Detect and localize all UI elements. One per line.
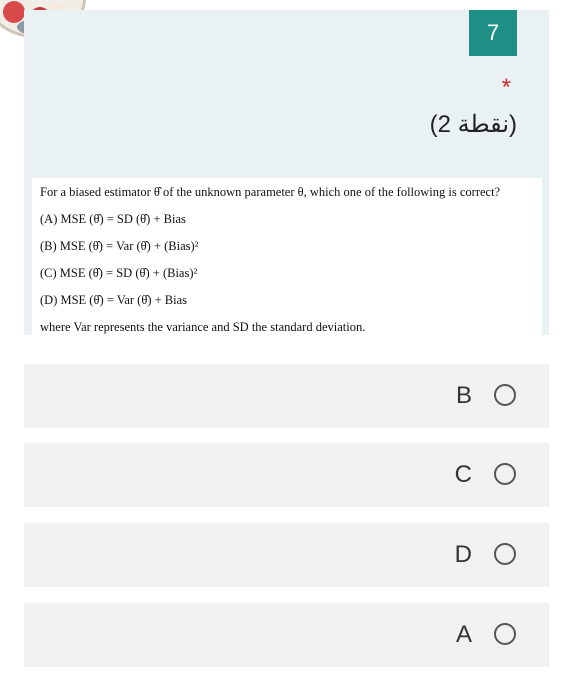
radio-button[interactable]	[494, 623, 516, 645]
question-choice-c: (C) MSE (θ̂) = SD (θ̂) + (Bias)²	[40, 266, 198, 280]
radio-button[interactable]	[494, 463, 516, 485]
answer-option-a[interactable]: A	[24, 603, 549, 667]
answer-option-b[interactable]: B	[24, 364, 549, 428]
option-label: C	[454, 461, 472, 488]
required-mark: *	[501, 74, 511, 101]
question-number-badge: 7	[469, 10, 517, 56]
option-label: B	[455, 382, 472, 409]
option-label: A	[455, 621, 472, 648]
question-card: 7 * (2 نقطة) For a biased estimator θ̂ o…	[24, 10, 549, 336]
question-choice-b: (B) MSE (θ̂) = Var (θ̂) + (Bias)²	[40, 239, 199, 253]
answer-option-d[interactable]: D	[24, 523, 549, 587]
question-image: For a biased estimator θ̂ of the unknown…	[32, 178, 542, 336]
question-footnote: where Var represents the variance and SD…	[40, 320, 366, 334]
question-choice-a: (A) MSE (θ̂) = SD (θ̂) + Bias	[40, 212, 186, 226]
question-text: For a biased estimator θ̂ of the unknown…	[40, 185, 501, 199]
option-label: D	[454, 541, 472, 568]
radio-button[interactable]	[494, 543, 516, 565]
radio-button[interactable]	[494, 384, 516, 406]
question-choice-d: (D) MSE (θ̂) = Var (θ̂) + Bias	[40, 293, 188, 307]
answer-option-c[interactable]: C	[24, 443, 549, 507]
question-points: (2 نقطة)	[429, 111, 517, 138]
